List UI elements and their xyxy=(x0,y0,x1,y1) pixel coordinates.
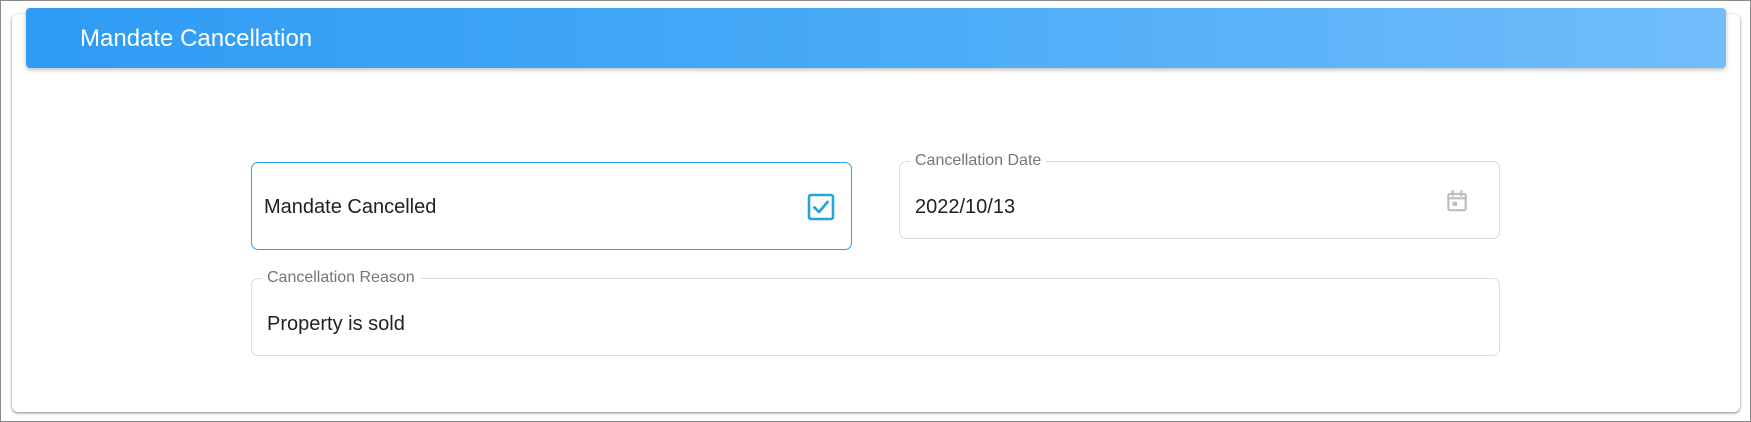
mandate-cancelled-checkbox-field[interactable]: Mandate Cancelled xyxy=(251,162,852,250)
cancellation-reason-label: Cancellation Reason xyxy=(262,269,420,287)
mandate-cancelled-label: Mandate Cancelled xyxy=(264,196,437,218)
cancellation-date-value[interactable]: 2022/10/13 xyxy=(915,196,1015,218)
cancellation-reason-field[interactable]: Cancellation Reason Property is sold xyxy=(251,269,1500,356)
page-title: Mandate Cancellation xyxy=(80,25,313,52)
window-frame: Mandate Cancellation Mandate Cancelled C… xyxy=(0,0,1751,422)
cancellation-date-field[interactable]: Cancellation Date 2022/10/13 xyxy=(899,152,1500,239)
section-header: Mandate Cancellation xyxy=(26,8,1726,68)
checkbox-checked-icon[interactable] xyxy=(807,193,835,221)
calendar-icon[interactable] xyxy=(1444,188,1470,214)
cancellation-reason-value[interactable]: Property is sold xyxy=(267,313,405,335)
cancellation-date-label: Cancellation Date xyxy=(910,152,1047,170)
